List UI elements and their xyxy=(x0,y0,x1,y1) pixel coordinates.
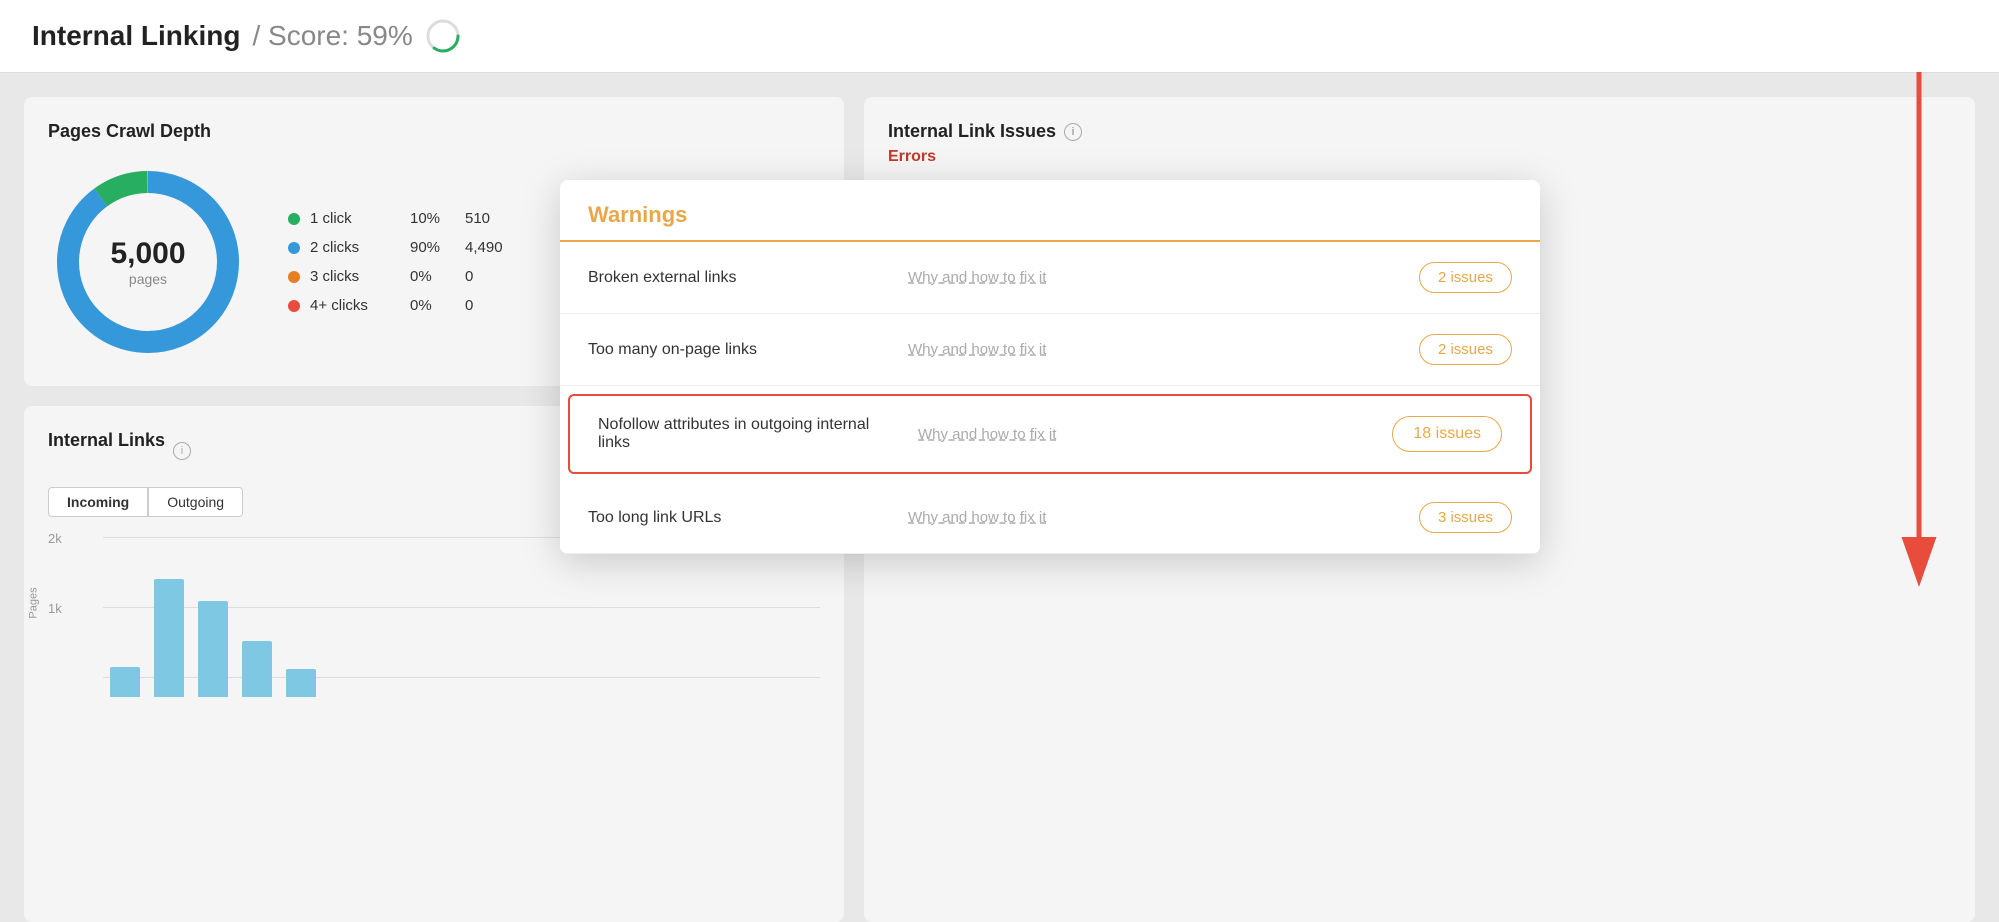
warning-row-too-many-links: Too many on-page links Why and how to fi… xyxy=(560,314,1540,386)
bar-chart: 2k 1k Pages xyxy=(48,537,820,717)
issues-badge-nofollow[interactable]: 18 issues xyxy=(1392,416,1502,452)
crawl-depth-title: Pages Crawl Depth xyxy=(48,121,820,142)
warning-name-broken-links: Broken external links xyxy=(588,269,888,287)
page-score: / Score: 59% xyxy=(252,20,412,52)
legend-item-1click: 1 click 10% 510 xyxy=(288,210,503,227)
bar-5 xyxy=(286,669,316,697)
warning-name-nofollow: Nofollow attributes in outgoing internal… xyxy=(598,416,898,452)
legend-item-2clicks: 2 clicks 90% 4,490 xyxy=(288,239,503,256)
legend-item-4clicks: 4+ clicks 0% 0 xyxy=(288,297,503,314)
tab-outgoing[interactable]: Outgoing xyxy=(148,487,243,517)
legend-label-3clicks: 3 clicks xyxy=(310,268,400,285)
warning-link-too-many-links[interactable]: Why and how to fix it xyxy=(908,341,1399,358)
errors-tab[interactable]: Errors xyxy=(888,148,1951,172)
page-title: Internal Linking xyxy=(32,20,240,52)
legend-pct-4clicks: 0% xyxy=(410,297,455,314)
score-circle-icon xyxy=(425,18,461,54)
donut-chart: 5,000 pages xyxy=(48,162,248,362)
red-arrow-annotation xyxy=(1859,72,1979,592)
legend-label-1click: 1 click xyxy=(310,210,400,227)
warning-name-long-urls: Too long link URLs xyxy=(588,509,888,527)
legend-pct-3clicks: 0% xyxy=(410,268,455,285)
warning-link-broken-links[interactable]: Why and how to fix it xyxy=(908,269,1399,286)
warnings-overlay: Warnings Broken external links Why and h… xyxy=(560,180,1540,554)
warnings-title: Warnings xyxy=(588,202,1512,240)
legend-num-1click: 510 xyxy=(465,210,490,227)
donut-number: 5,000 xyxy=(110,237,185,271)
internal-links-info-icon[interactable]: i xyxy=(173,442,191,460)
warning-row-long-urls: Too long link URLs Why and how to fix it… xyxy=(560,482,1540,554)
warning-row-broken-links: Broken external links Why and how to fix… xyxy=(560,242,1540,314)
donut-center: 5,000 pages xyxy=(110,237,185,287)
y-label-1k: 1k xyxy=(48,601,62,616)
legend-pct-1click: 10% xyxy=(410,210,455,227)
donut-label: pages xyxy=(110,271,185,287)
issues-badge-broken-links[interactable]: 2 issues xyxy=(1419,262,1512,293)
bar-3 xyxy=(198,601,228,697)
legend-dot-1click xyxy=(288,213,300,225)
legend-num-2clicks: 4,490 xyxy=(465,239,503,256)
internal-links-title: Internal Links xyxy=(48,430,165,451)
warning-name-too-many-links: Too many on-page links xyxy=(588,341,888,359)
legend-dot-3clicks xyxy=(288,271,300,283)
warnings-header: Warnings xyxy=(560,180,1540,242)
issues-info-icon[interactable]: i xyxy=(1064,123,1082,141)
warning-link-long-urls[interactable]: Why and how to fix it xyxy=(908,509,1399,526)
legend-dot-2clicks xyxy=(288,242,300,254)
y-axis-title: Pages xyxy=(28,587,40,618)
warning-link-nofollow[interactable]: Why and how to fix it xyxy=(918,426,1372,443)
bar-2 xyxy=(154,579,184,697)
y-label-2k: 2k xyxy=(48,531,62,546)
issues-badge-too-many-links[interactable]: 2 issues xyxy=(1419,334,1512,365)
legend-label-4clicks: 4+ clicks xyxy=(310,297,400,314)
tab-incoming[interactable]: Incoming xyxy=(48,487,148,517)
crawl-depth-legend: 1 click 10% 510 2 clicks 90% 4,490 3 cli… xyxy=(288,210,503,314)
legend-dot-4clicks xyxy=(288,300,300,312)
highlighted-row-wrapper: Nofollow attributes in outgoing internal… xyxy=(560,386,1540,482)
legend-num-3clicks: 0 xyxy=(465,268,473,285)
legend-pct-2clicks: 90% xyxy=(410,239,455,256)
legend-label-2clicks: 2 clicks xyxy=(310,239,400,256)
warning-row-nofollow: Nofollow attributes in outgoing internal… xyxy=(568,394,1532,474)
bar-4 xyxy=(242,641,272,697)
internal-link-issues-title: Internal Link Issues i xyxy=(888,121,1951,142)
page-header: Internal Linking / Score: 59% xyxy=(0,0,1999,73)
issues-badge-long-urls[interactable]: 3 issues xyxy=(1419,502,1512,533)
bar-1 xyxy=(110,667,140,697)
legend-item-3clicks: 3 clicks 0% 0 xyxy=(288,268,503,285)
legend-num-4clicks: 0 xyxy=(465,297,473,314)
